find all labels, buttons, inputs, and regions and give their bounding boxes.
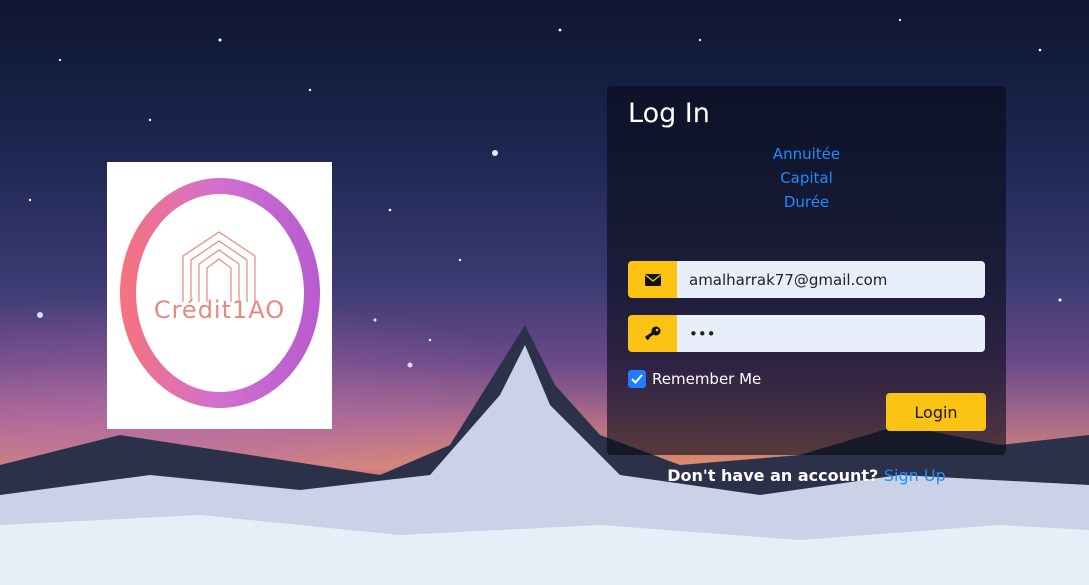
password-input[interactable]	[677, 315, 985, 352]
link-capital[interactable]: Capital	[607, 166, 1006, 190]
signup-link[interactable]: Sign Up	[884, 466, 946, 485]
link-duree[interactable]: Durée	[607, 190, 1006, 214]
remember-me-label: Remember Me	[652, 370, 762, 388]
email-field-group	[628, 261, 985, 298]
signup-text: Don't have an account?	[667, 466, 879, 485]
email-input[interactable]	[677, 261, 985, 298]
password-field-group	[628, 315, 985, 352]
credit1ao-logo: Crédit1AO	[107, 162, 332, 429]
remember-me-checkbox[interactable]	[628, 370, 646, 388]
logo-text: Crédit1AO	[153, 296, 286, 324]
house-icon	[182, 231, 256, 302]
link-annuitee[interactable]: Annuitée	[607, 142, 1006, 166]
envelope-icon	[628, 261, 677, 298]
signup-prompt: Don't have an account? Sign Up	[607, 466, 1006, 485]
nav-links: Annuitée Capital Durée	[607, 142, 1006, 214]
panel-title: Log In	[628, 98, 710, 129]
remember-me: Remember Me	[628, 370, 761, 388]
login-panel: Log In Annuitée Capital Durée Remember M…	[607, 86, 1006, 455]
key-icon	[628, 315, 677, 352]
login-button[interactable]: Login	[886, 393, 986, 431]
